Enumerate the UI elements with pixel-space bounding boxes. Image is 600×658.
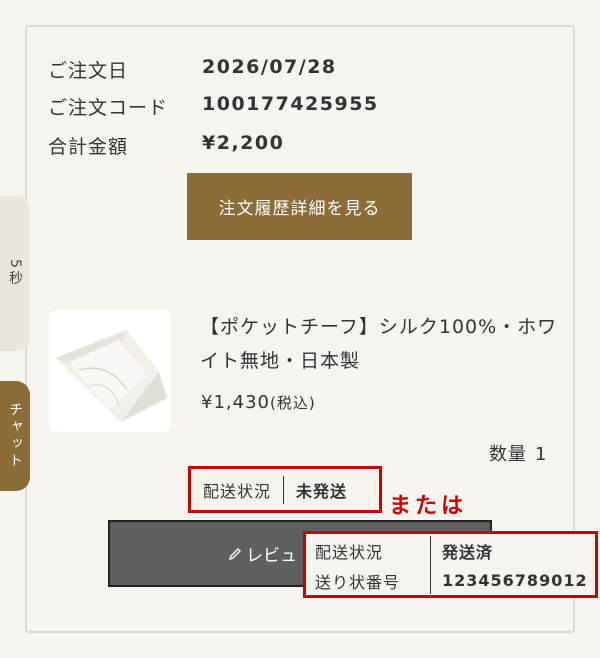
pencil-icon — [228, 547, 241, 560]
product-price: ¥1,430(税込) — [201, 392, 316, 413]
tracking-number[interactable]: 123456789012 — [442, 571, 588, 590]
timer-tab-label: 5秒 — [7, 259, 23, 288]
shipping-status-box: 配送状況 未発送 — [188, 466, 382, 513]
or-annotation: または — [389, 494, 468, 519]
shipping-status-label: 配送状況 — [203, 481, 272, 501]
tracking-label: 送り状番号 — [315, 572, 401, 592]
quantity-value: 1 — [535, 444, 548, 465]
product-name[interactable]: 【ポケットチーフ】シルク100%・ホワイト無地・日本製 — [200, 310, 560, 378]
product-image[interactable] — [49, 310, 171, 432]
shipped-status-label: 配送状況 — [315, 542, 384, 562]
quantity-label: 数量 — [489, 444, 527, 465]
quantity: 数量 1 — [489, 440, 547, 466]
shipping-status-value: 未発送 — [296, 481, 348, 501]
order-date-label: ご注文日 — [48, 60, 129, 82]
tax-note: (税込) — [269, 394, 316, 412]
order-detail-button[interactable]: 注文履歴詳細を見る — [187, 173, 412, 240]
shipped-status-row: 配送状況 発送済 — [306, 536, 595, 565]
order-total-value: ¥2,200 — [202, 132, 285, 154]
shipped-status-value: 発送済 — [442, 542, 494, 562]
chat-tab[interactable]: チャット — [0, 381, 30, 491]
price-value: ¥1,430 — [201, 392, 270, 413]
tracking-row: 送り状番号 123456789012 — [306, 566, 595, 595]
chat-tab-label: チャット — [7, 402, 23, 470]
order-total-label: 合計金額 — [48, 136, 129, 158]
order-code-value: 100177425955 — [202, 93, 379, 115]
order-date-value: 2026/07/28 — [202, 56, 337, 78]
pocket-square-image — [49, 310, 171, 432]
timer-tab[interactable]: 5秒 — [0, 196, 30, 351]
order-code-label: ご注文コード — [48, 97, 169, 119]
shipped-status-box: 配送状況 発送済 送り状番号 123456789012 — [303, 531, 598, 598]
review-button-label: レビュ — [246, 546, 297, 566]
